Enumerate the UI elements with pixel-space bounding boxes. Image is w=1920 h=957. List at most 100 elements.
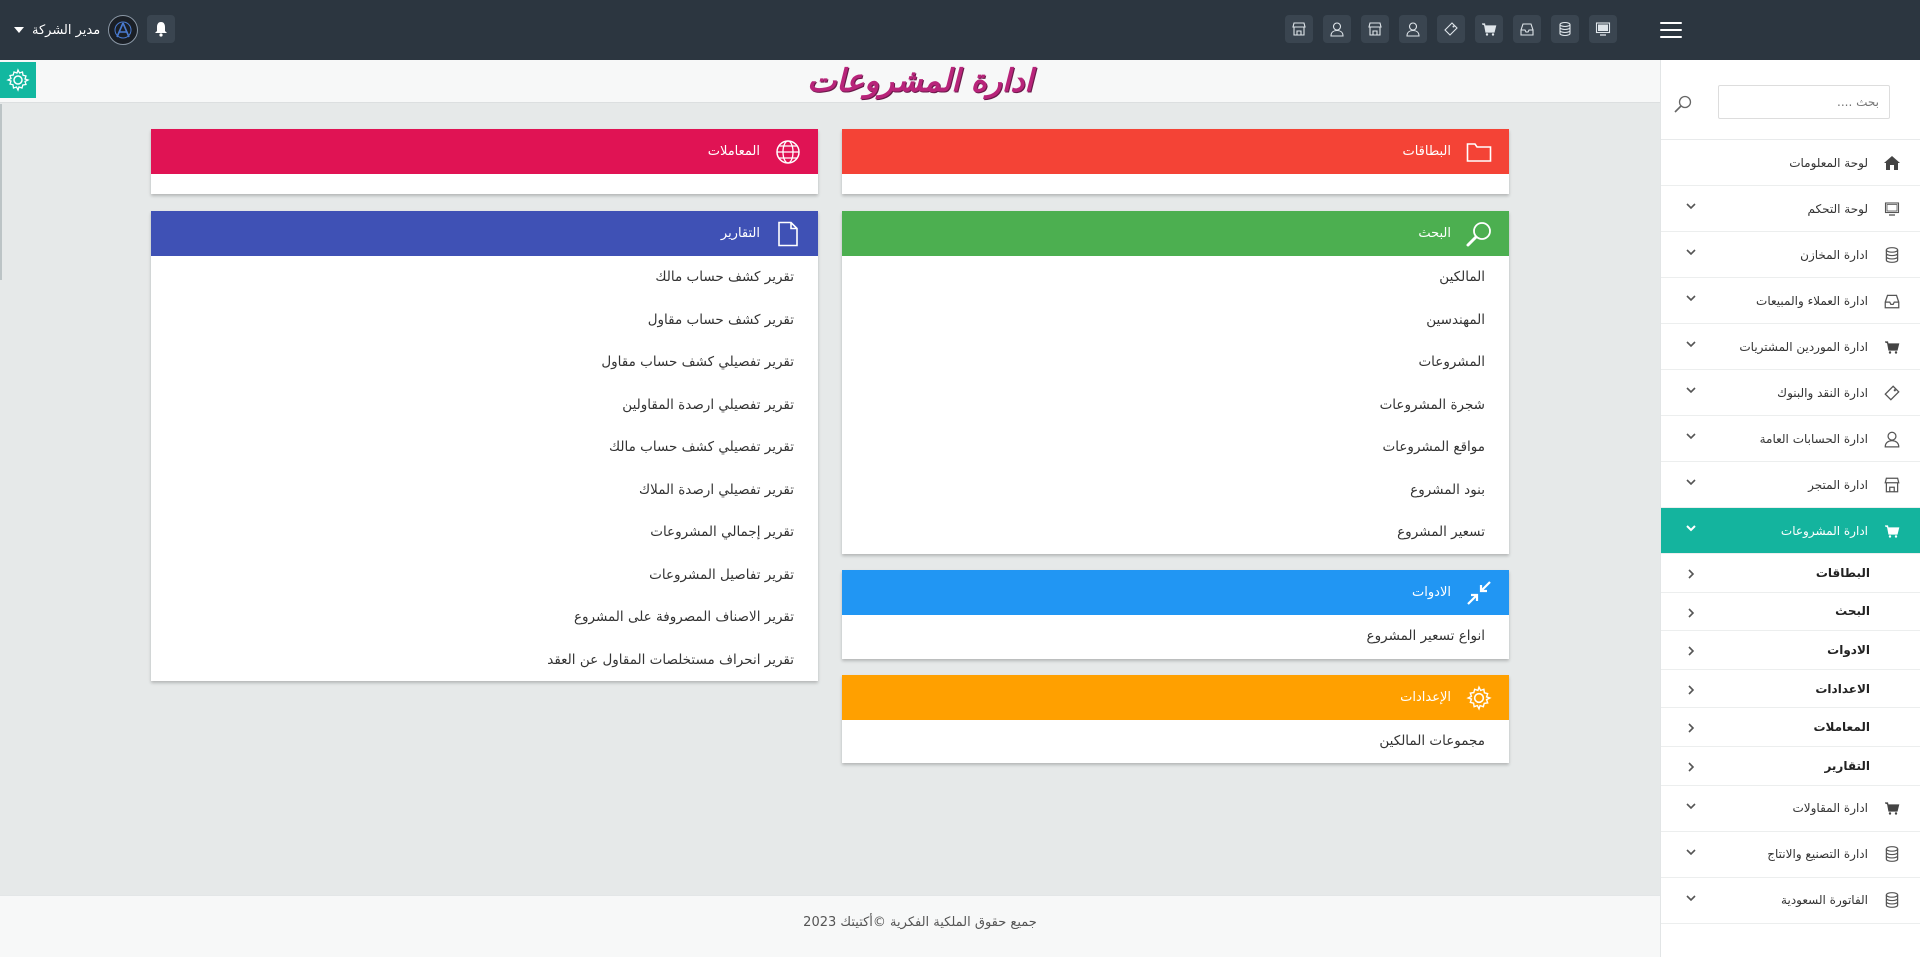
tools-card-header[interactable]: الادوات: [842, 570, 1509, 615]
tag-icon[interactable]: [1437, 15, 1465, 43]
report-link[interactable]: تقرير الاصناف المصروفة على المشروع: [175, 596, 794, 639]
report-link[interactable]: تقرير تفصيلي كشف حساب مقاول: [175, 341, 794, 384]
globe-icon: [774, 138, 802, 166]
chevron-down-icon: [1686, 848, 1696, 855]
sidebar-subitem-transactions[interactable]: المعاملات: [1661, 708, 1920, 747]
settings-card-header[interactable]: الإعدادات: [842, 675, 1509, 720]
sidebar-item-store[interactable]: ادارة المتجر: [1661, 462, 1920, 508]
hamburger-icon: [1660, 22, 1682, 24]
chevron-right-icon: [1688, 646, 1695, 656]
chevron-down-icon: [1686, 433, 1696, 440]
search-icon: [1465, 220, 1493, 248]
store-icon[interactable]: [1361, 15, 1389, 43]
search-link-project-pricing[interactable]: تسعير المشروع: [866, 511, 1485, 554]
tools-card: الادوات انواع تسعير المشروع: [842, 570, 1509, 659]
sidebar-item-manufacturing[interactable]: ادارة التصنيع والانتاج: [1661, 832, 1920, 878]
notifications-button[interactable]: [147, 15, 175, 43]
sidebar-item-contracting[interactable]: ادارة المقاولات: [1661, 786, 1920, 832]
cards-card-header[interactable]: البطاقات: [842, 129, 1509, 174]
sidebar-subitem-tools[interactable]: الادوات: [1661, 631, 1920, 670]
sidebar-item-label: ادارة العملاء والمبيعات: [1756, 293, 1868, 308]
sidebar-item-suppliers-purchases[interactable]: ادارة الموردين المشتريات: [1661, 324, 1920, 370]
reports-card-title: التقارير: [720, 226, 760, 241]
transactions-card-header[interactable]: المعاملات: [151, 129, 818, 174]
database-icon: [1882, 844, 1902, 864]
chevron-right-icon: [1688, 762, 1695, 772]
cart-icon: [1882, 798, 1902, 818]
user-icon[interactable]: [1323, 15, 1351, 43]
home-icon: [1882, 153, 1902, 173]
theme-settings-button[interactable]: [0, 62, 36, 98]
sidebar-item-label: ادارة النقد والبنوك: [1777, 385, 1868, 400]
sidebar-item-warehouses[interactable]: ادارة المخازن: [1661, 232, 1920, 278]
sidebar-subitem-settings[interactable]: الاعدادات: [1661, 670, 1920, 709]
report-link[interactable]: تقرير تفصيلي ارصدة المقاولين: [175, 384, 794, 427]
user-icon[interactable]: [1399, 15, 1427, 43]
report-link[interactable]: تقرير انحراف مستخلصات المقاول عن العقد: [175, 639, 794, 682]
tools-link-pricing-types[interactable]: انواع تسعير المشروع: [866, 615, 1485, 658]
report-link[interactable]: تقرير إجمالي المشروعات: [175, 511, 794, 554]
search-link-owners[interactable]: المالكين: [866, 256, 1485, 299]
tools-card-list: انواع تسعير المشروع: [842, 615, 1509, 658]
copyright-text: جميع حقوق الملكية الفكرية ©أكتيتك 2023: [803, 915, 1037, 930]
report-link[interactable]: تقرير تفاصيل المشروعات: [175, 554, 794, 597]
settings-card-list: مجموعات المالكين: [842, 720, 1509, 763]
user-name[interactable]: مدير الشركة: [32, 23, 100, 38]
sidebar-subitem-label: البحث: [1835, 604, 1870, 619]
reports-card-header[interactable]: التقارير: [151, 211, 818, 256]
chevron-down-icon: [1686, 525, 1696, 532]
monitor-icon[interactable]: [1589, 15, 1617, 43]
sidebar-subitem-cards[interactable]: البطاقات: [1661, 554, 1920, 593]
report-link[interactable]: تقرير تفصيلي ارصدة الملاك: [175, 469, 794, 512]
database-icon[interactable]: [1551, 15, 1579, 43]
hamburger-line: [1660, 36, 1682, 38]
sidebar-item-general-accounts[interactable]: ادارة الحسابات العامة: [1661, 416, 1920, 462]
reports-card-list: تقرير كشف حساب مالك تقرير كشف حساب مقاول…: [151, 256, 818, 681]
quick-access-toolbar: [1285, 15, 1617, 43]
sidebar-item-label: ادارة المخازن: [1800, 247, 1868, 262]
chevron-down-icon: [1686, 203, 1696, 210]
cards-card: البطاقات: [842, 129, 1509, 194]
cart-icon[interactable]: [1475, 15, 1503, 43]
transactions-card: المعاملات: [151, 129, 818, 194]
inbox-icon[interactable]: [1513, 15, 1541, 43]
user-menu[interactable]: مدير الشركة: [14, 14, 139, 46]
chevron-down-icon: [1686, 802, 1696, 809]
sidebar-item-label: ادارة المتجر: [1808, 477, 1868, 492]
sidebar-subitem-search[interactable]: البحث: [1661, 593, 1920, 632]
inbox-icon: [1882, 291, 1902, 311]
sidebar-item-dashboard[interactable]: لوحة المعلومات: [1661, 140, 1920, 186]
database-icon: [1882, 890, 1902, 910]
search-link-project-items[interactable]: بنود المشروع: [866, 469, 1485, 512]
sidebar-item-customers-sales[interactable]: ادارة العملاء والمبيعات: [1661, 278, 1920, 324]
transactions-card-title: المعاملات: [707, 144, 760, 159]
menu-toggle-button[interactable]: [1660, 20, 1682, 40]
caret-down-icon[interactable]: [14, 27, 24, 33]
report-link[interactable]: تقرير كشف حساب مقاول: [175, 299, 794, 342]
report-link[interactable]: تقرير تفصيلي كشف حساب مالك: [175, 426, 794, 469]
sidebar-subitem-reports[interactable]: التقارير: [1661, 747, 1920, 786]
chevron-right-icon: [1688, 569, 1695, 579]
sidebar-item-cash-banks[interactable]: ادارة النقد والبنوك: [1661, 370, 1920, 416]
settings-link-owner-groups[interactable]: مجموعات المالكين: [866, 720, 1485, 763]
chevron-right-icon: [1688, 723, 1695, 733]
search-link-projects-tree[interactable]: شجرة المشروعات: [866, 384, 1485, 427]
sidebar: لوحة المعلومات لوحة التحكم ادارة المخازن…: [1660, 60, 1920, 957]
sidebar-item-label: ادارة التصنيع والانتاج: [1767, 847, 1868, 862]
search-link-projects[interactable]: المشروعات: [866, 341, 1485, 384]
avatar[interactable]: [108, 15, 139, 45]
sidebar-subitem-label: المعاملات: [1813, 720, 1870, 735]
chevron-down-icon: [1686, 341, 1696, 348]
sidebar-item-projects[interactable]: ادارة المشروعات: [1661, 508, 1920, 554]
search-link-project-sites[interactable]: مواقع المشروعات: [866, 426, 1485, 469]
search-icon[interactable]: [1673, 94, 1693, 114]
search-link-engineers[interactable]: المهندسين: [866, 299, 1485, 342]
sidebar-item-control-panel[interactable]: لوحة التحكم: [1661, 186, 1920, 232]
store-icon[interactable]: [1285, 15, 1313, 43]
report-link[interactable]: تقرير كشف حساب مالك: [175, 256, 794, 299]
document-icon: [774, 220, 802, 248]
sidebar-subitem-label: التقارير: [1824, 758, 1870, 773]
search-card-header[interactable]: البحث: [842, 211, 1509, 256]
sidebar-item-label: ادارة الحسابات العامة: [1759, 431, 1868, 446]
sidebar-search-input[interactable]: [1718, 85, 1890, 119]
